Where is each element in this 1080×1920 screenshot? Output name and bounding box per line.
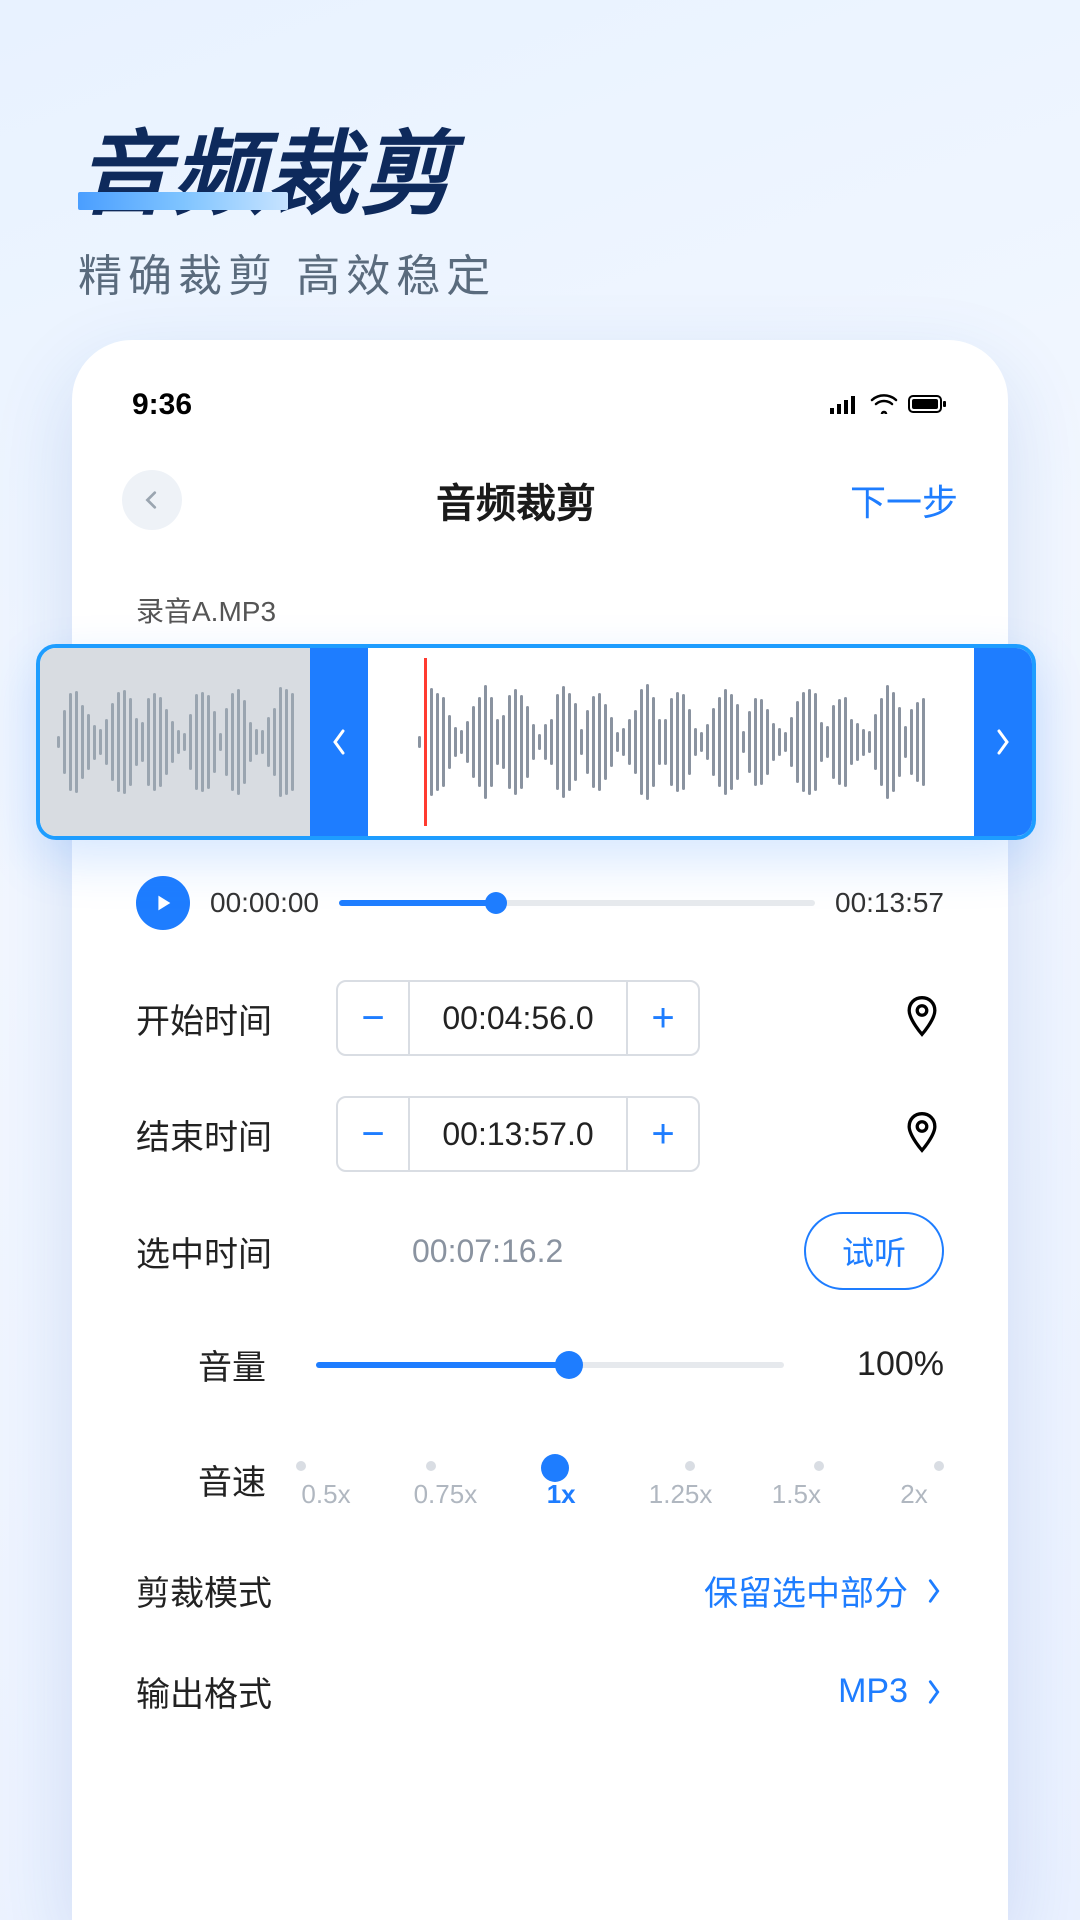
progress-thumb[interactable] (485, 892, 507, 914)
play-icon (152, 892, 174, 914)
crop-mode-text: 保留选中部分 (704, 1566, 908, 1615)
chevron-right-icon (924, 1678, 944, 1706)
hero-title: 音频裁剪 (78, 100, 454, 233)
chevron-left-icon (329, 727, 349, 757)
end-time-value[interactable]: 00:13:57.0 (408, 1098, 628, 1170)
preview-button[interactable]: 试听 (804, 1212, 944, 1290)
waveform-unselected (40, 648, 310, 836)
trim-handle-right[interactable] (974, 648, 1032, 836)
hero-underline (78, 192, 288, 210)
page-title: 音频裁剪 (436, 471, 596, 529)
end-plus-button[interactable]: + (628, 1112, 698, 1157)
selected-time-value: 00:07:16.2 (412, 1233, 563, 1270)
pin-icon (900, 1110, 944, 1154)
progress-slider[interactable] (339, 900, 815, 906)
speed-option[interactable]: 1x (531, 1479, 591, 1510)
speed-label: 音速 (136, 1455, 266, 1504)
start-time-value[interactable]: 00:04:56.0 (408, 982, 628, 1054)
trim-handle-left[interactable] (310, 648, 368, 836)
start-plus-button[interactable]: + (628, 996, 698, 1041)
speed-option[interactable]: 1.25x (649, 1479, 709, 1510)
battery-icon (908, 388, 948, 422)
speed-option[interactable]: 0.75x (414, 1479, 474, 1510)
player-total-time: 00:13:57 (835, 887, 944, 919)
speed-selector[interactable]: 0.5x 0.75x 1x 1.25x 1.5x 2x (296, 1449, 944, 1510)
end-time-label: 结束时间 (136, 1110, 306, 1159)
file-name: 录音A.MP3 (72, 560, 1008, 644)
end-locate-button[interactable] (900, 1110, 944, 1159)
speed-option[interactable]: 1.5x (766, 1479, 826, 1510)
volume-fill (316, 1362, 569, 1368)
hero-subtitle: 精确裁剪 高效稳定 (78, 240, 496, 304)
playhead[interactable] (424, 658, 427, 826)
speed-option[interactable]: 2x (884, 1479, 944, 1510)
waveform-editor[interactable] (36, 644, 1036, 840)
end-minus-button[interactable]: − (338, 1112, 408, 1157)
selected-time-label: 选中时间 (136, 1227, 306, 1276)
next-button[interactable]: 下一步 (850, 474, 958, 526)
pin-icon (900, 994, 944, 1038)
progress-fill (339, 900, 496, 906)
volume-label: 音量 (136, 1340, 266, 1389)
volume-value: 100% (834, 1345, 944, 1384)
volume-thumb[interactable] (555, 1351, 583, 1379)
waveform-selected (368, 648, 974, 836)
status-bar: 9:36 (72, 380, 1008, 430)
chevron-right-icon (924, 1577, 944, 1605)
chevron-left-icon (141, 489, 163, 511)
speed-option[interactable]: 0.5x (296, 1479, 356, 1510)
start-locate-button[interactable] (900, 994, 944, 1043)
chevron-right-icon (993, 727, 1013, 757)
crop-mode-label: 剪裁模式 (136, 1566, 272, 1615)
volume-slider[interactable] (316, 1362, 784, 1368)
end-time-input: − 00:13:57.0 + (336, 1096, 700, 1172)
output-format-text: MP3 (838, 1672, 908, 1711)
status-time: 9:36 (132, 388, 192, 422)
player-current-time: 00:00:00 (210, 887, 319, 919)
crop-mode-value[interactable]: 保留选中部分 (704, 1566, 944, 1615)
start-time-input: − 00:04:56.0 + (336, 980, 700, 1056)
start-time-label: 开始时间 (136, 994, 306, 1043)
start-minus-button[interactable]: − (338, 996, 408, 1041)
signal-icon (830, 388, 860, 422)
back-button[interactable] (122, 470, 182, 530)
wifi-icon (870, 388, 898, 422)
phone-frame: 9:36 音频裁剪 下一步 录音A.MP3 (72, 340, 1008, 1920)
play-button[interactable] (136, 876, 190, 930)
speed-thumb[interactable] (541, 1454, 569, 1482)
output-format-value[interactable]: MP3 (838, 1672, 944, 1711)
output-format-label: 输出格式 (136, 1667, 272, 1716)
